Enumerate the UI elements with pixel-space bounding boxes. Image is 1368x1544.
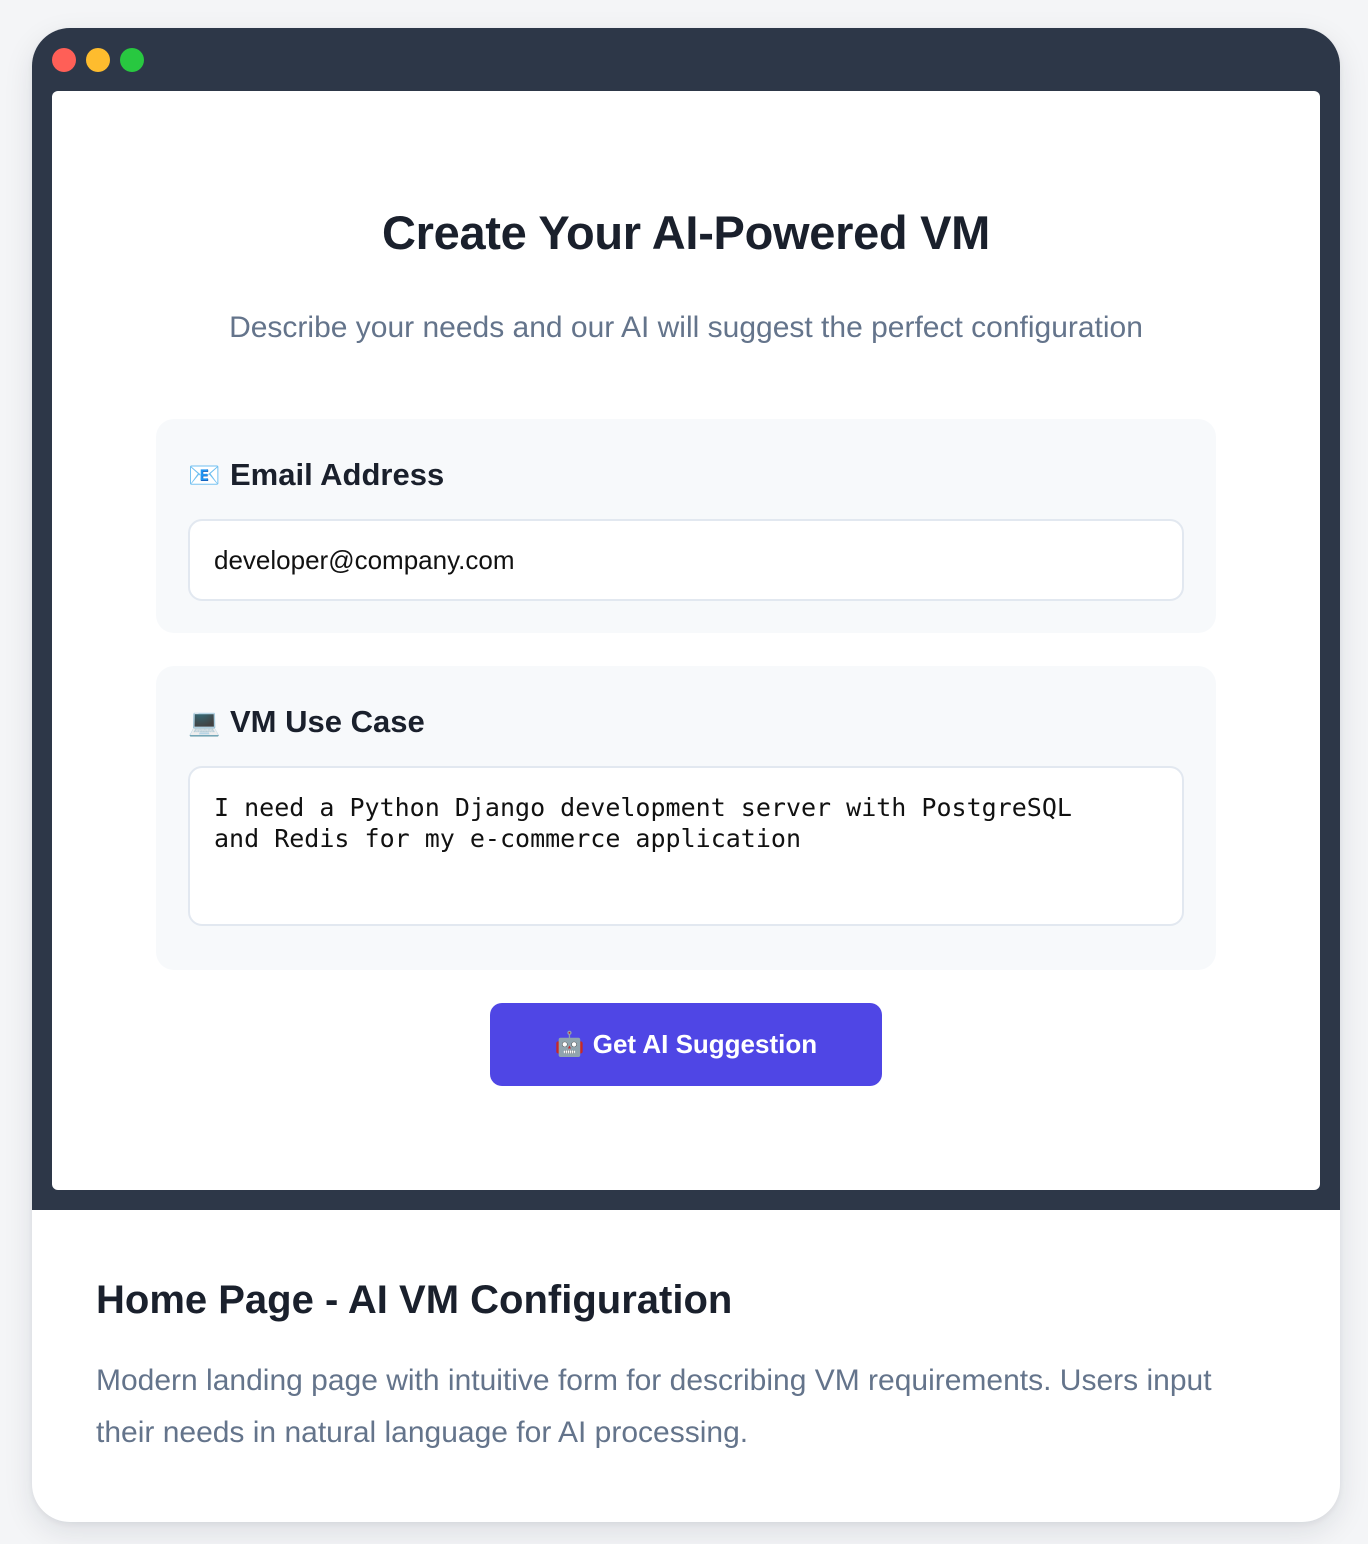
use-case-label-text: VM Use Case (230, 704, 425, 739)
use-case-field-group: 💻 VM Use Case I need a Python Django dev… (156, 666, 1216, 970)
email-field-group: 📧 Email Address developer@company.com (156, 419, 1216, 633)
email-label: 📧 Email Address (188, 457, 444, 493)
robot-icon: 🤖 (554, 1031, 585, 1058)
page-title: Create Your AI-Powered VM (382, 206, 990, 259)
page-content: Create Your AI-Powered VM Describe your … (52, 91, 1320, 1190)
minimize-window-button[interactable] (86, 48, 110, 72)
maximize-window-button[interactable] (120, 48, 144, 72)
laptop-icon: 💻 (188, 706, 221, 737)
caption-description: Modern landing page with intuitive form … (96, 1364, 1212, 1449)
browser-window: Create Your AI-Powered VM Describe your … (32, 28, 1340, 1210)
close-window-button[interactable] (52, 48, 76, 72)
page-subtitle: Describe your needs and our AI will sugg… (229, 311, 1143, 344)
envelope-icon: 📧 (188, 459, 221, 490)
get-ai-suggestion-button[interactable]: 🤖 Get AI Suggestion (490, 1003, 882, 1086)
use-case-textarea[interactable]: I need a Python Django development serve… (188, 766, 1184, 926)
use-case-label: 💻 VM Use Case (188, 704, 425, 740)
email-label-text: Email Address (230, 457, 445, 492)
get-ai-suggestion-label: Get AI Suggestion (592, 1029, 818, 1059)
screenshot-card: Create Your AI-Powered VM Describe your … (32, 28, 1340, 1522)
caption-title: Home Page - AI VM Configuration (96, 1278, 733, 1322)
email-input[interactable]: developer@company.com (188, 519, 1184, 601)
